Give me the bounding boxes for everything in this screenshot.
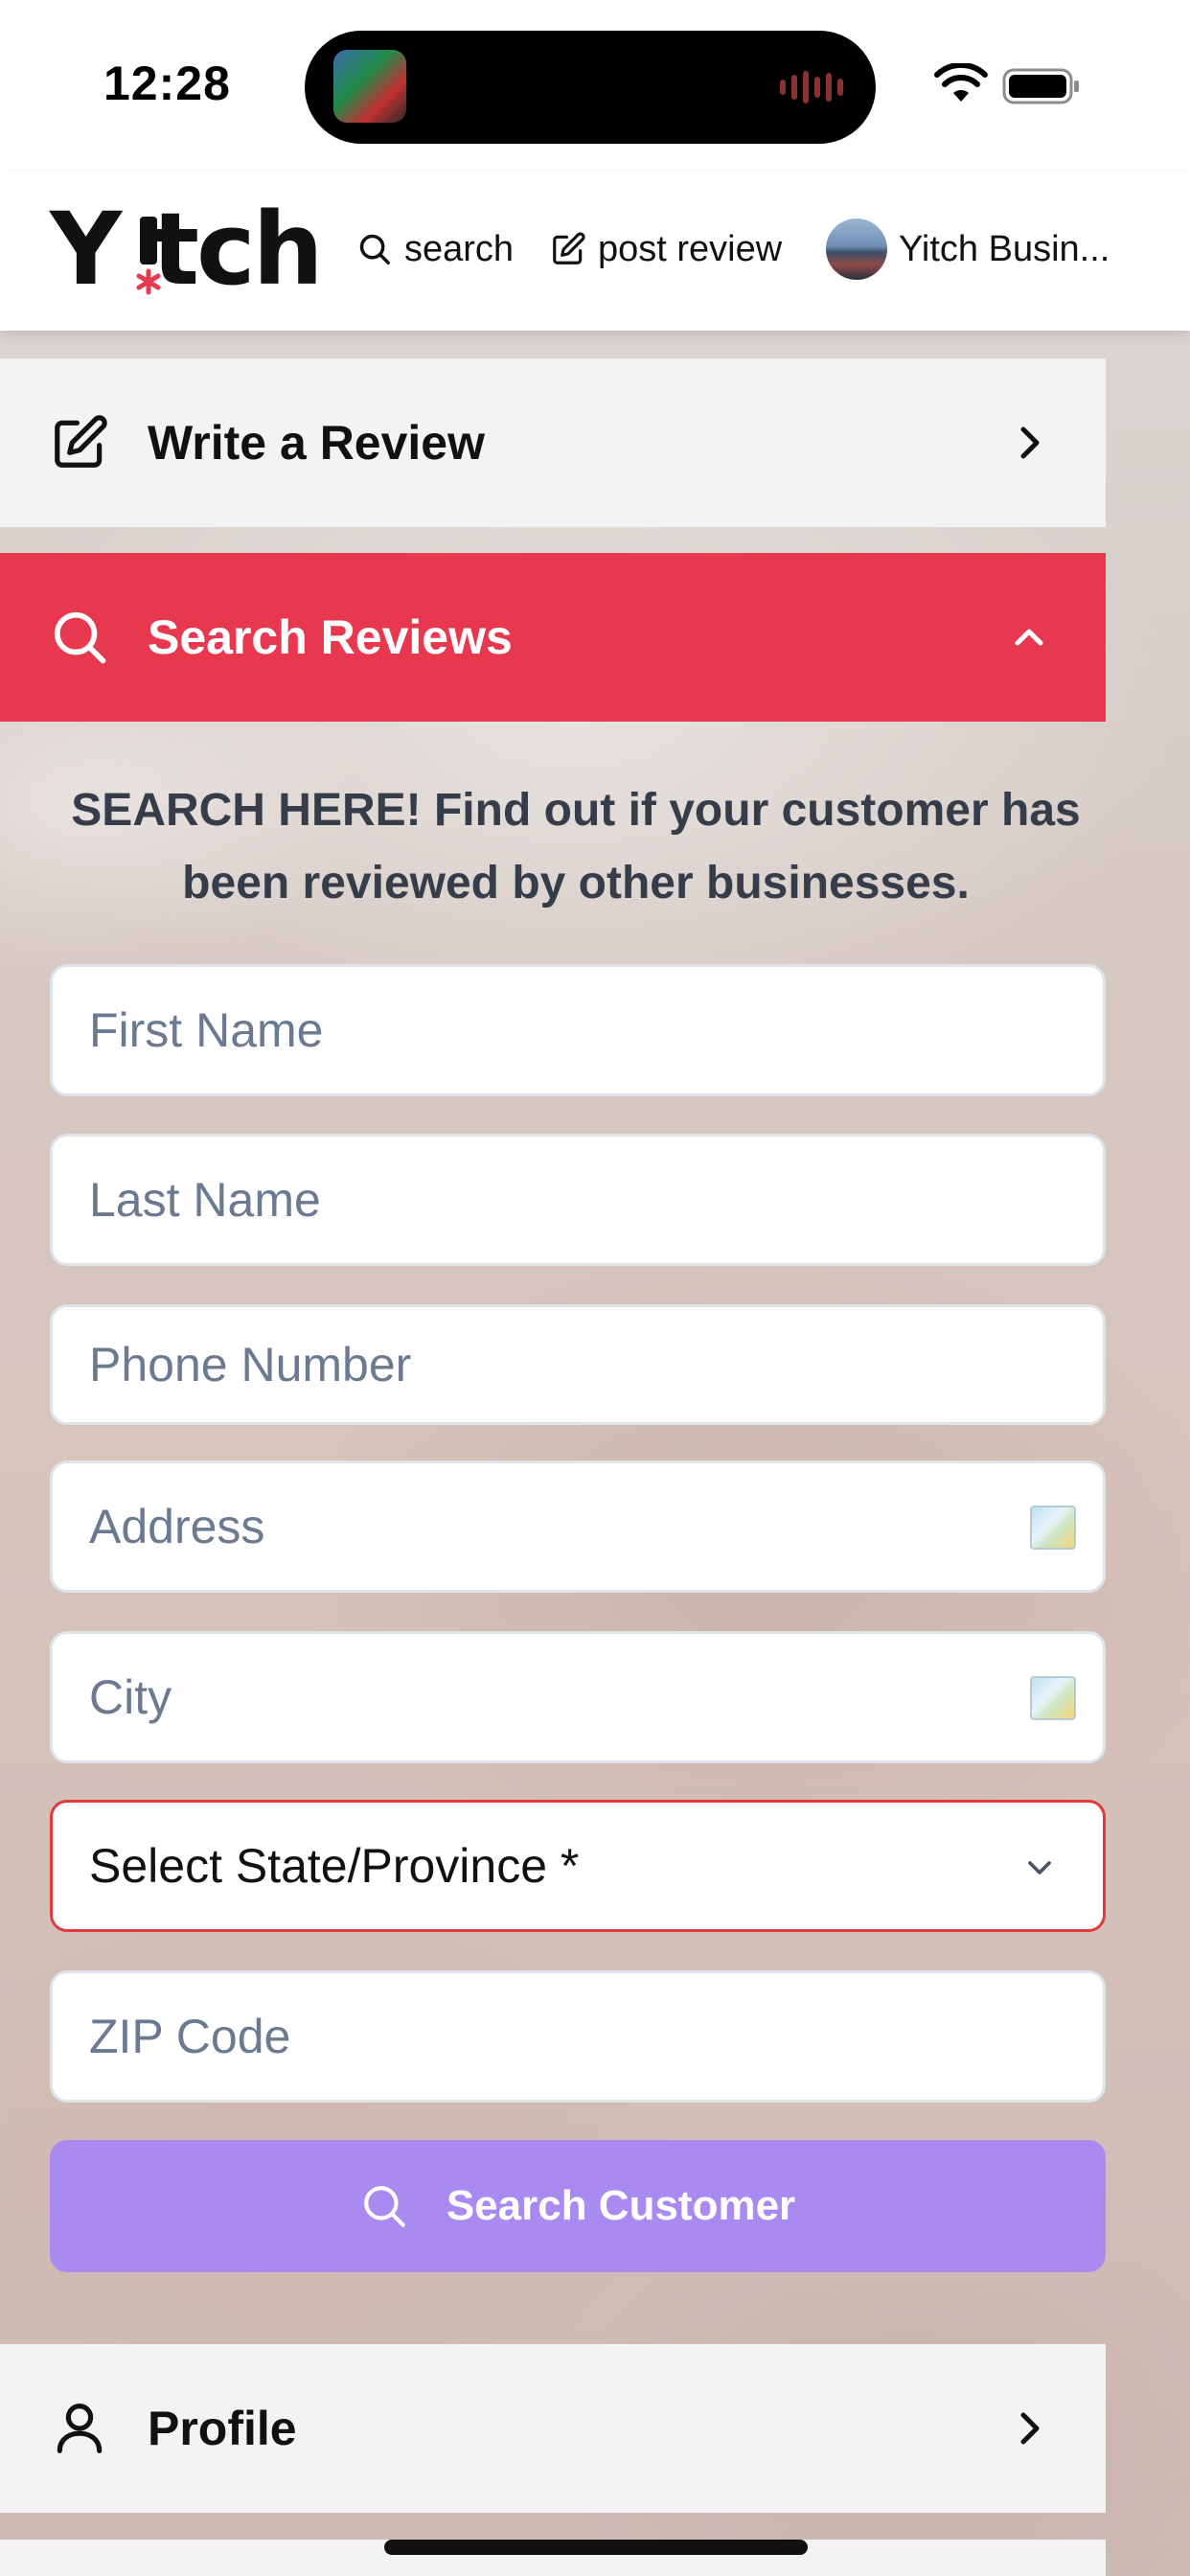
- yitch-logo[interactable]: Y​ tch: [50, 199, 324, 299]
- search-icon: [359, 234, 390, 264]
- phone-number-input[interactable]: [53, 1307, 1103, 1422]
- chevron-right-icon: [1020, 2412, 1040, 2445]
- last-name-input[interactable]: [53, 1137, 1103, 1263]
- zip-code-field[interactable]: [50, 1970, 1106, 2103]
- status-bar: 12:28: [0, 0, 1190, 172]
- app-header: Y​ tch search post review Yitch Busin...: [0, 172, 1190, 331]
- state-province-select[interactable]: Select State/Province *: [50, 1800, 1106, 1932]
- search-icon: [363, 2186, 405, 2227]
- edit-icon: [553, 232, 585, 264]
- map-autofill-icon[interactable]: [1030, 1506, 1076, 1550]
- map-autofill-icon[interactable]: [1030, 1676, 1076, 1720]
- state-province-value: Select State/Province *: [89, 1839, 580, 1893]
- city-field[interactable]: [50, 1631, 1106, 1763]
- battery-icon: [1002, 68, 1079, 104]
- search-customer-button[interactable]: Search Customer: [50, 2140, 1106, 2272]
- search-reviews-label: Search Reviews: [148, 610, 513, 664]
- nav-account-label: Yitch Busin...: [899, 228, 1110, 269]
- edit-icon: [55, 415, 107, 468]
- nav-post-review-label: post review: [598, 228, 783, 269]
- nav-search-link[interactable]: search: [356, 225, 514, 273]
- logo-exclamation-mark: [136, 217, 161, 295]
- dynamic-island[interactable]: [305, 31, 876, 144]
- zip-code-input[interactable]: [53, 1973, 1103, 2100]
- search-customer-label: Search Customer: [446, 2182, 796, 2229]
- now-playing-artwork: [333, 50, 406, 123]
- profile-label: Profile: [148, 2402, 297, 2455]
- first-name-input[interactable]: [53, 967, 1103, 1093]
- profile-panel[interactable]: Profile: [0, 2344, 1106, 2513]
- audio-waveform-icon: [780, 67, 847, 107]
- chevron-right-icon: [1020, 426, 1040, 459]
- phone-number-field[interactable]: [50, 1304, 1106, 1425]
- nav-account-menu[interactable]: Yitch Busin...: [826, 218, 1110, 280]
- search-icon: [54, 611, 106, 664]
- avatar: [826, 218, 887, 280]
- nav-post-review-link[interactable]: post review: [550, 225, 782, 273]
- first-name-field[interactable]: [50, 964, 1106, 1096]
- address-input[interactable]: [53, 1463, 1103, 1590]
- nav-search-label: search: [404, 228, 515, 269]
- chevron-down-icon: [1028, 1861, 1051, 1874]
- wifi-icon: [934, 63, 988, 102]
- write-review-panel[interactable]: Write a Review: [0, 358, 1106, 527]
- chevron-up-icon: [1015, 629, 1043, 646]
- address-field[interactable]: [50, 1460, 1106, 1593]
- city-input[interactable]: [53, 1634, 1103, 1760]
- write-review-label: Write a Review: [148, 416, 486, 470]
- status-time: 12:28: [103, 57, 231, 110]
- home-indicator[interactable]: [384, 2540, 808, 2555]
- search-reviews-panel[interactable]: Search Reviews: [0, 553, 1106, 722]
- user-icon: [57, 2404, 103, 2453]
- search-intro-text: SEARCH HERE! Find out if your customer h…: [71, 785, 1081, 908]
- last-name-field[interactable]: [50, 1134, 1106, 1266]
